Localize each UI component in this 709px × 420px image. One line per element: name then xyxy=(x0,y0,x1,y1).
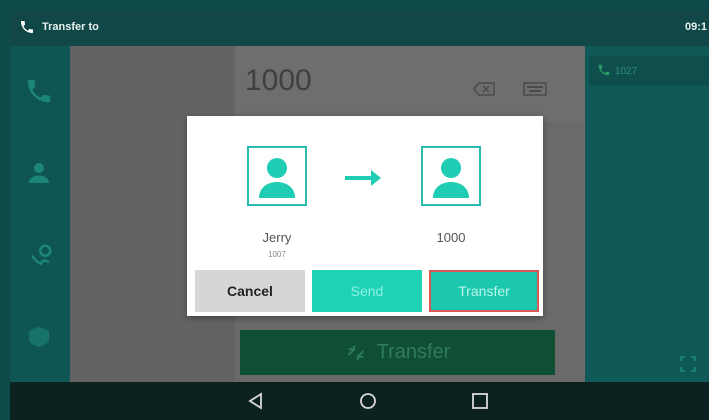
transfer-icon xyxy=(347,345,364,360)
source-contact-avatar xyxy=(247,146,307,206)
call-history-icon[interactable] xyxy=(24,242,54,272)
send-button[interactable]: Send xyxy=(312,270,422,312)
phone-icon[interactable] xyxy=(24,76,54,106)
fullscreen-icon[interactable] xyxy=(680,356,696,372)
contact-icon xyxy=(259,158,295,198)
line-item[interactable]: 1027 xyxy=(589,56,709,86)
voicemail-icon[interactable] xyxy=(24,322,54,352)
android-nav-bar xyxy=(10,382,709,420)
backspace-icon[interactable] xyxy=(473,82,495,96)
clock: 09:1 xyxy=(684,21,707,33)
line-panel: 1027 xyxy=(585,46,709,382)
recents-icon[interactable] xyxy=(471,392,489,410)
sidebar xyxy=(10,46,70,382)
transfer-dialog: Jerry 1007 1000 Cancel Send Transfer xyxy=(187,116,543,316)
arrow-right-icon xyxy=(345,170,381,186)
transfer-softkey-label: Transfer xyxy=(376,341,451,363)
transfer-softkey[interactable]: Transfer xyxy=(240,330,555,375)
status-bar: Transfer to 09:1 xyxy=(10,10,709,46)
contact-icon xyxy=(433,158,469,198)
home-icon[interactable] xyxy=(359,392,377,410)
phone-icon xyxy=(21,21,33,33)
transfer-button[interactable]: Transfer xyxy=(429,270,539,312)
dialed-number: 1000 xyxy=(245,64,312,97)
phone-icon xyxy=(598,64,610,76)
target-contact-avatar xyxy=(421,146,481,206)
back-icon[interactable] xyxy=(247,392,265,410)
contacts-icon[interactable] xyxy=(24,158,54,188)
source-contact-name: Jerry xyxy=(262,230,292,245)
keyboard-icon[interactable] xyxy=(523,82,547,96)
line-label: 1027 xyxy=(615,66,638,77)
source-contact-number: 1007 xyxy=(268,250,286,259)
target-contact-name: 1000 xyxy=(436,230,466,245)
screen-title: Transfer to xyxy=(42,21,99,33)
cancel-button[interactable]: Cancel xyxy=(195,270,305,312)
phone-screen: Transfer to 09:1 1000 Transfer 1027 Jerr… xyxy=(10,10,709,420)
